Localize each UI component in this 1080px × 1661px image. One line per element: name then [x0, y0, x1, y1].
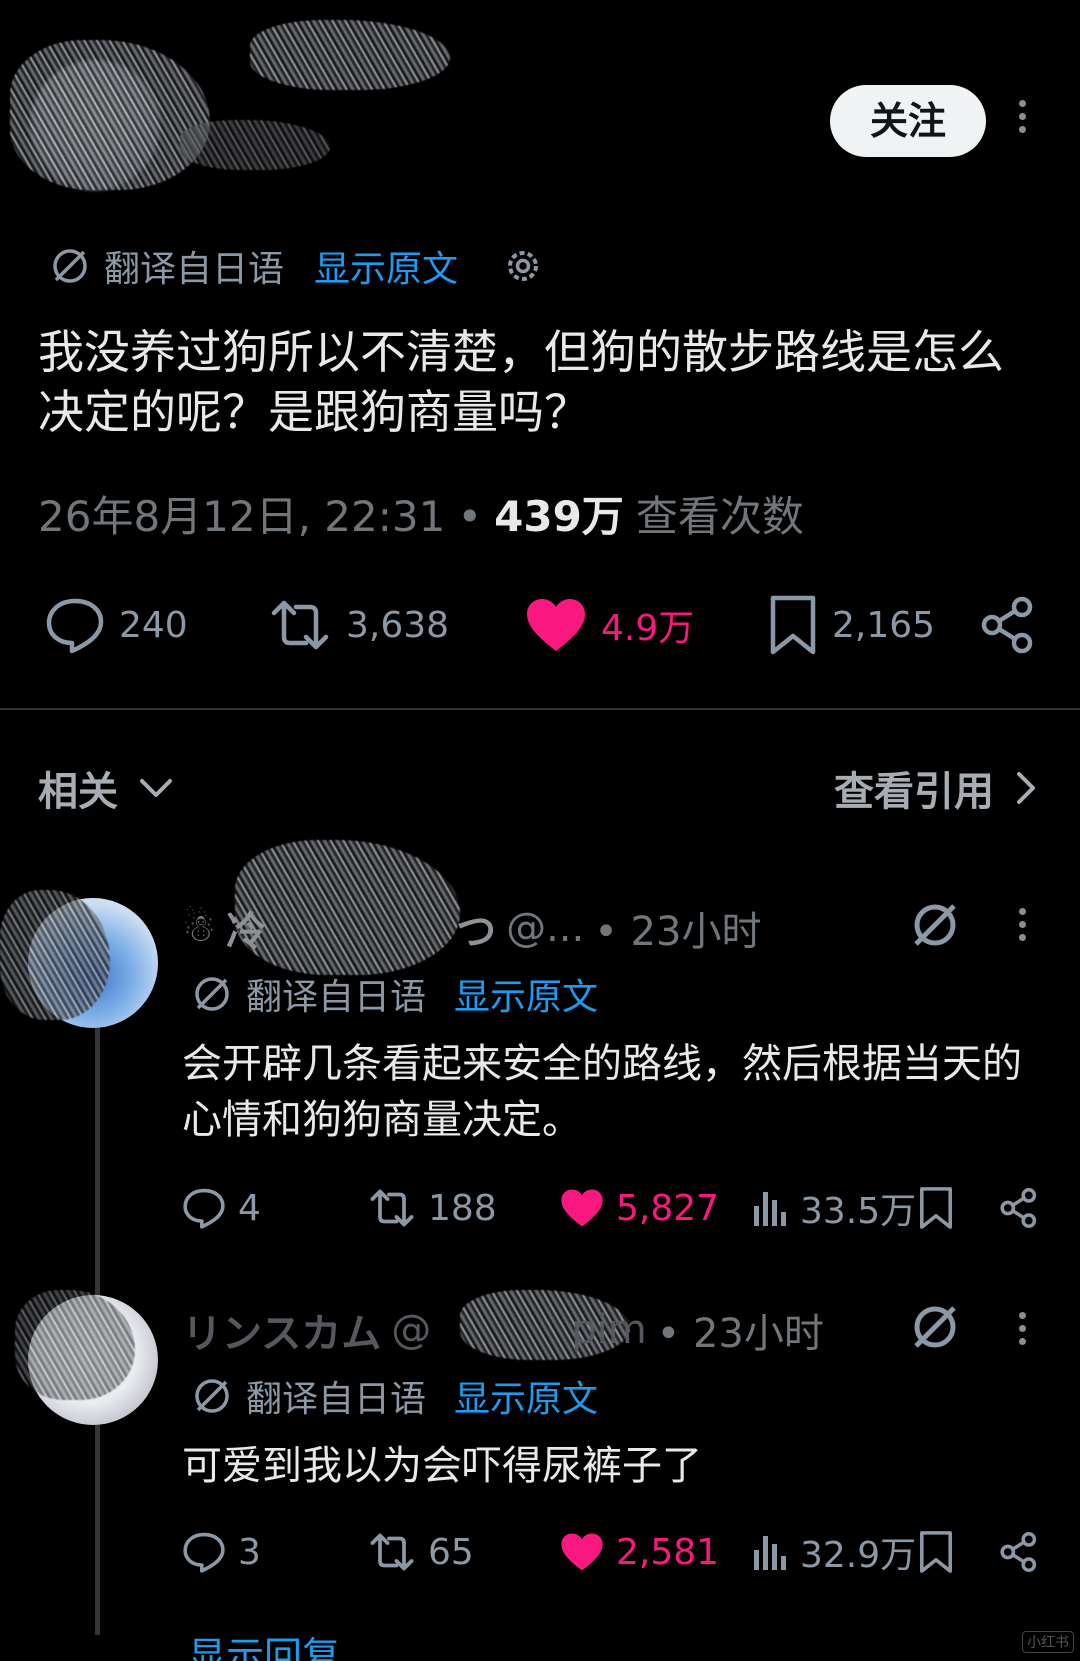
heart-icon — [561, 1533, 603, 1571]
reply-author-name[interactable]: リンスカム — [182, 1301, 381, 1359]
gear-icon[interactable] — [502, 245, 544, 287]
bookmark-count: 2,165 — [832, 604, 936, 646]
translate-icon — [53, 249, 87, 283]
reply-author-handle[interactable]: @... — [506, 905, 584, 951]
tweet-detail-page: 关注 翻译自日语 显示原文 我没养过狗所以不清楚，但狗的散步路线是怎么决定的呢？… — [0, 0, 1080, 1661]
like-button[interactable]: 4.9万 — [525, 590, 694, 660]
more-icon[interactable] — [1015, 1312, 1029, 1345]
share-icon — [981, 596, 1033, 654]
show-replies-link[interactable]: 显示回复 — [188, 1625, 340, 1661]
view-quotes-link[interactable]: 查看引用 — [834, 759, 1038, 817]
reply-author-name[interactable]: 冷 — [226, 899, 266, 957]
translate-icon — [195, 1379, 229, 1413]
show-original-link[interactable]: 显示原文 — [454, 968, 598, 1020]
reply-button[interactable]: 240 — [45, 590, 188, 660]
repost-icon — [370, 1533, 414, 1571]
reply-header: ☃ 冷 つ @... • 23小时 — [182, 898, 761, 958]
views-label: 查看次数 — [635, 492, 804, 541]
reply-translation-bar: 翻译自日语 显示原文 — [192, 966, 598, 1022]
views-count: 32.9万 — [800, 1535, 917, 1576]
bookmark-icon[interactable] — [918, 1530, 954, 1574]
related-label: 相关 — [38, 769, 118, 815]
reply-icon — [46, 598, 104, 654]
watermark-logo: 小红书 — [1022, 1631, 1074, 1653]
meta-separator: • — [457, 492, 483, 541]
like-count: 4.9万 — [601, 608, 695, 649]
reply-text: 可爱到我以为会吓得尿裤子了 — [182, 1443, 702, 1489]
views-count: 33.5万 — [800, 1191, 917, 1232]
reply-text: 会开辟几条看起来安全的路线，然后根据当天的心情和狗狗商量决定。 — [182, 1041, 1022, 1143]
like-button[interactable]: 2,581 — [560, 1522, 719, 1582]
show-original-link[interactable]: 显示原文 — [314, 240, 458, 292]
repost-count: 3,638 — [346, 604, 450, 646]
reply-author-name-tail[interactable]: つ — [456, 899, 496, 957]
bookmark-button[interactable]: 2,165 — [768, 590, 935, 660]
like-count: 5,827 — [616, 1187, 720, 1229]
views-icon — [754, 1192, 786, 1226]
views-icon — [754, 1536, 786, 1570]
repost-button[interactable]: 65 — [368, 1522, 474, 1582]
translated-from-label: 翻译自日语 — [246, 1379, 427, 1420]
grok-icon[interactable] — [908, 898, 962, 952]
reply-author-handle[interactable]: @ — [391, 1307, 431, 1353]
reply-icon — [183, 1188, 225, 1229]
heart-icon — [527, 599, 585, 651]
reply-translation-bar: 翻译自日语 显示原文 — [192, 1368, 598, 1424]
translate-icon — [195, 977, 229, 1011]
related-row: 相关 查看引用 — [38, 758, 1038, 818]
translated-from-label: 翻译自日语 — [246, 977, 427, 1018]
chevron-right-icon — [1017, 772, 1035, 804]
bookmark-icon — [770, 595, 816, 655]
bookmark-icon[interactable] — [918, 1186, 954, 1230]
tweet-meta: 26年8月12日, 22:31 • 439万 查看次数 — [38, 483, 804, 544]
show-original-link[interactable]: 显示原文 — [454, 1370, 598, 1422]
related-sort[interactable]: 相关 — [38, 759, 174, 817]
reply-author-handle-tail[interactable]: pim — [571, 1307, 646, 1353]
views-button[interactable]: 33.5万 — [752, 1178, 916, 1238]
like-count: 2,581 — [616, 1531, 720, 1573]
grok-icon[interactable] — [908, 1300, 962, 1354]
reply-time[interactable]: • 23小时 — [594, 899, 761, 957]
views-button[interactable]: 32.9万 — [752, 1522, 916, 1582]
reply-count: 240 — [119, 604, 188, 646]
like-button[interactable]: 5,827 — [560, 1178, 719, 1238]
follow-button[interactable]: 关注 — [830, 85, 986, 157]
share-icon[interactable] — [998, 1531, 1040, 1573]
share-icon[interactable] — [998, 1187, 1040, 1229]
reply-icon — [183, 1532, 225, 1573]
repost-icon — [271, 600, 329, 650]
repost-count: 65 — [428, 1531, 474, 1573]
more-icon[interactable] — [1015, 100, 1029, 133]
views-count: 439万 — [494, 492, 624, 541]
repost-icon — [370, 1189, 414, 1227]
more-icon[interactable] — [1015, 908, 1029, 941]
chevron-down-icon — [140, 779, 172, 797]
share-button[interactable] — [978, 590, 1038, 660]
repost-button[interactable]: 188 — [368, 1178, 497, 1238]
tweet-actions: 240 3,638 4.9万 2,165 — [0, 590, 1080, 660]
tweet-datetime[interactable]: 26年8月12日, 22:31 — [38, 483, 445, 544]
heart-icon — [561, 1189, 603, 1227]
reply-time[interactable]: • 23小时 — [657, 1301, 824, 1359]
reply-button[interactable]: 4 — [182, 1178, 261, 1238]
redaction-scribble — [180, 120, 330, 170]
repost-button[interactable]: 3,638 — [268, 590, 449, 660]
translated-from-label: 翻译自日语 — [104, 249, 285, 290]
translation-bar: 翻译自日语 显示原文 — [50, 238, 544, 294]
reply-count: 3 — [238, 1531, 261, 1573]
redaction-scribble — [10, 40, 210, 190]
redaction-scribble — [250, 20, 450, 90]
snowman-emoji: ☃ — [182, 906, 217, 950]
section-divider — [0, 708, 1080, 710]
reply-count: 4 — [238, 1187, 261, 1229]
reply-button[interactable]: 3 — [182, 1522, 261, 1582]
tweet-text: 我没养过狗所以不清楚，但狗的散步路线是怎么决定的呢？是跟狗商量吗？ — [38, 325, 1004, 439]
repost-count: 188 — [428, 1187, 497, 1229]
reply-header: リンスカム @ pim • 23小时 — [182, 1300, 824, 1360]
view-quotes-label: 查看引用 — [834, 769, 994, 815]
